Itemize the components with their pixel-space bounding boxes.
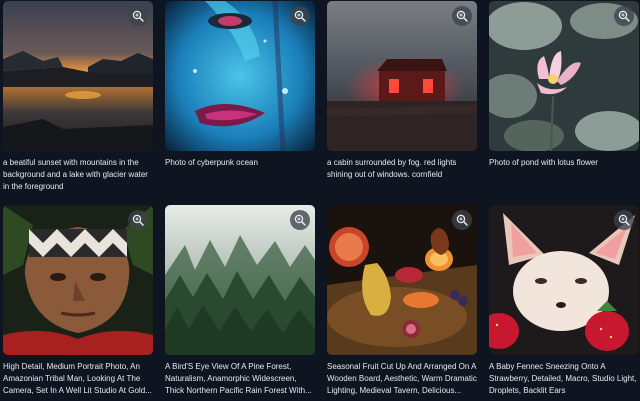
- image-caption: A Bird'S Eye View Of A Pine Forest, Natu…: [165, 362, 312, 395]
- gallery-card[interactable]: High Detail, Medium Portrait Photo, An A…: [3, 205, 153, 397]
- image-caption: a cabin surrounded by fog. red lights sh…: [327, 158, 457, 179]
- image-thumbnail[interactable]: [489, 1, 639, 151]
- gallery-card[interactable]: a beatiful sunset with mountains in the …: [3, 1, 153, 193]
- gallery-card[interactable]: Seasonal Fruit Cut Up And Arranged On A …: [327, 205, 477, 397]
- image-thumbnail[interactable]: [327, 205, 477, 355]
- zoom-in-icon[interactable]: [290, 6, 310, 26]
- gallery-card[interactable]: A Bird'S Eye View Of A Pine Forest, Natu…: [165, 205, 315, 397]
- zoom-in-icon[interactable]: [290, 210, 310, 230]
- image-thumbnail[interactable]: [3, 1, 153, 151]
- zoom-in-icon[interactable]: [452, 210, 472, 230]
- image-caption: Photo of pond with lotus flower: [489, 158, 598, 167]
- gallery-card[interactable]: Photo of pond with lotus flower: [489, 1, 639, 169]
- zoom-in-icon[interactable]: [128, 210, 148, 230]
- image-thumbnail[interactable]: [165, 205, 315, 355]
- gallery-card[interactable]: a cabin surrounded by fog. red lights sh…: [327, 1, 477, 181]
- image-caption: A Baby Fennec Sneezing Onto A Strawberry…: [489, 362, 637, 395]
- gallery-card[interactable]: Photo of cyberpunk ocean: [165, 1, 315, 169]
- zoom-in-icon[interactable]: [128, 6, 148, 26]
- image-thumbnail[interactable]: [327, 1, 477, 151]
- image-caption: a beatiful sunset with mountains in the …: [3, 158, 148, 191]
- gallery-card[interactable]: A Baby Fennec Sneezing Onto A Strawberry…: [489, 205, 639, 397]
- image-thumbnail[interactable]: [489, 205, 639, 355]
- image-thumbnail[interactable]: [3, 205, 153, 355]
- zoom-in-icon[interactable]: [614, 6, 634, 26]
- image-caption: Photo of cyberpunk ocean: [165, 158, 258, 167]
- image-caption: High Detail, Medium Portrait Photo, An A…: [3, 362, 152, 395]
- zoom-in-icon[interactable]: [614, 210, 634, 230]
- image-caption: Seasonal Fruit Cut Up And Arranged On A …: [327, 362, 477, 395]
- zoom-in-icon[interactable]: [452, 6, 472, 26]
- image-thumbnail[interactable]: [165, 1, 315, 151]
- image-gallery: a beatiful sunset with mountains in the …: [0, 0, 640, 401]
